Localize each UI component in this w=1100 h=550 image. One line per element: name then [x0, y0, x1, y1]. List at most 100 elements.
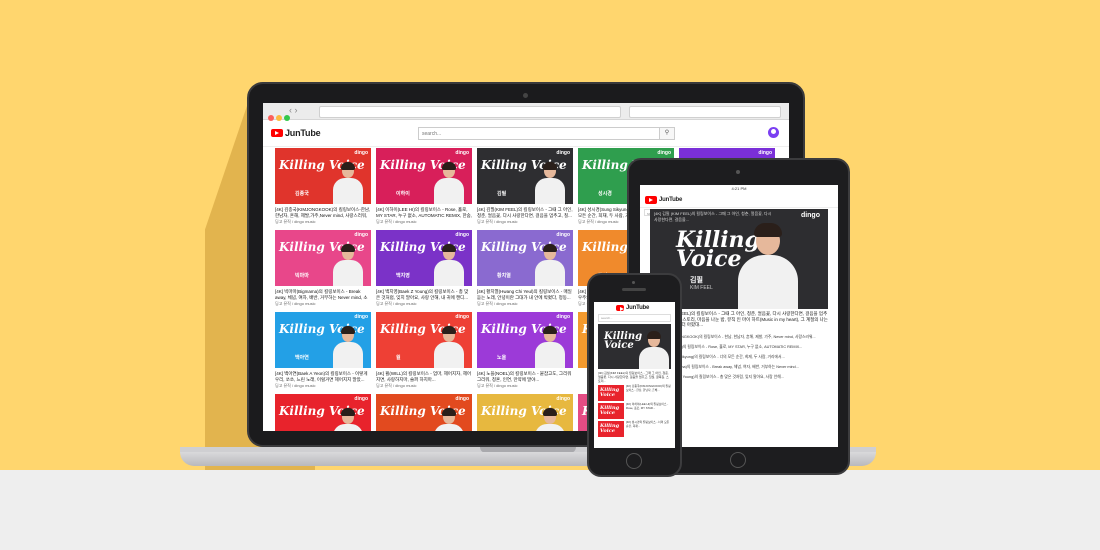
tablet-app-header: JunTube: [640, 193, 838, 208]
dingo-badge: dingo: [556, 314, 570, 320]
video-title[interactable]: [4K] 김필(KIM FEEL)의 킬링보이스 - 그때 그 아인, 청춘, …: [477, 207, 573, 218]
channel-name[interactable]: 딩고 뮤직 / dingo music: [376, 301, 472, 307]
video-thumbnail[interactable]: dingoKilling Voice: [376, 394, 472, 431]
singer-photo: [639, 329, 669, 369]
nav-arrows[interactable]: ‹ ›: [289, 105, 298, 115]
video-card[interactable]: dingo Killing Voice 노을 [4K] 노을(NOEL)의 킬링보이스…: [477, 312, 573, 389]
video-thumbnail[interactable]: dingo Killing Voice 김필: [477, 148, 573, 204]
video-thumbnail[interactable]: Killing Voice: [598, 403, 624, 419]
phone-home-button[interactable]: [626, 453, 642, 469]
app-logo[interactable]: JunTube: [271, 128, 321, 138]
list-item[interactable]: Killing Voice [4K] 성시경의 킬링보이스 - 너의 모든 순간,…: [598, 420, 671, 437]
singer-photo: [333, 242, 363, 286]
video-card[interactable]: dingo Killing Voice 김종국 [4K] 김종국(KIMJONGKOO…: [275, 148, 371, 225]
status-time: 4:21 PM: [731, 186, 747, 191]
browser-search-bar[interactable]: [629, 106, 781, 118]
video-card[interactable]: dingo Killing Voice 백아연 [4K] 백아연(Baek A Yeo…: [275, 312, 371, 389]
video-thumbnail[interactable]: dingo Killing Voice 김종국: [275, 148, 371, 204]
video-card[interactable]: dingoKilling Voice: [376, 394, 472, 431]
list-item[interactable]: Killing Voice [4K] 김종국(KIMJONGKOOK)의 킬링보이…: [598, 384, 671, 401]
phone-search-input[interactable]: search...: [598, 314, 671, 322]
phone-app-logo[interactable]: JunTube: [616, 305, 649, 311]
background-floor: [0, 470, 1100, 550]
video-thumbnail[interactable]: Killing Voice: [598, 385, 624, 401]
singer-photo: [535, 242, 565, 286]
video-title: [4K] 이하이(LEE HI)의 킬링보이스 - Rose, 홀로, MY S…: [626, 402, 669, 410]
phone-related-list: Killing Voice [4K] 김종국(KIMJONGKOOK)의 킬링보이…: [594, 384, 675, 437]
channel-name[interactable]: 딩고 뮤직 / dingo music: [477, 383, 573, 389]
channel-name[interactable]: 딩고 뮤직 / dingo music: [275, 301, 371, 307]
video-title[interactable]: [4K] 백아연(Baek A Yeon)의 킬링보이스 - 이렇게 우리, 쏘…: [275, 371, 371, 382]
search-box: ⚲: [418, 127, 675, 140]
video-card[interactable]: dingo Killing Voice 황치열 [4K] 황치열(Hwang Chi …: [477, 230, 573, 307]
hero-singer-name: 김필: [690, 277, 703, 284]
dingo-badge: dingo: [800, 212, 820, 219]
singer-photo: [434, 406, 464, 431]
search-icon[interactable]: ⚲: [659, 128, 674, 139]
singer-name: 윌: [396, 355, 401, 361]
video-card[interactable]: dingo Killing Voice 김필 [4K] 김필(KIM FEEL)의 킬…: [477, 148, 573, 225]
phone-video-title: [4K] 김필(KIM FEEL)의 킬링보이스 - 그때 그 아인, 청춘, …: [598, 371, 669, 383]
singer-photo: [333, 406, 363, 431]
channel-name[interactable]: 딩고 뮤직 / dingo music: [477, 219, 573, 225]
video-thumbnail[interactable]: dingo Killing Voice 이하이: [376, 148, 472, 204]
video-thumbnail[interactable]: dingo Killing Voice 윌: [376, 312, 472, 368]
app-header: JunTube ⚲: [263, 120, 789, 147]
video-thumbnail[interactable]: dingoKilling Voice: [477, 394, 573, 431]
singer-name: 백지영: [396, 273, 410, 279]
dingo-badge: dingo: [354, 314, 368, 320]
dingo-badge: dingo: [455, 232, 469, 238]
singer-name: 백아연: [295, 355, 309, 361]
channel-name[interactable]: 딩고 뮤직 / dingo music: [376, 219, 472, 225]
channel-name[interactable]: 딩고 뮤직 / dingo music: [477, 301, 573, 307]
search-input[interactable]: [419, 128, 659, 139]
video-title[interactable]: [4K] 황치열(Hwang Chi Yeul)의 킬링보이스 - 매일 듣는 …: [477, 289, 573, 300]
singer-name: 노을: [497, 355, 507, 361]
killing-voice-logo: Killing Voice: [600, 405, 620, 416]
channel-name[interactable]: 딩고 뮤직 / dingo music: [376, 383, 472, 389]
singer-photo: [333, 324, 363, 368]
tablet-camera: [736, 170, 740, 174]
hero-singer-sub: KIM FEEL: [690, 285, 713, 291]
singer-photo: [535, 406, 565, 431]
video-thumbnail[interactable]: dingo Killing Voice 백지영: [376, 230, 472, 286]
video-title: [4K] 김종국(KIMJONGKOOK)의 킬링보이스 - 한남, 한남자, …: [626, 384, 671, 392]
video-title[interactable]: [4K] 빅마마(Bigmama)의 킬링보이스 - Break away, 체…: [275, 289, 371, 300]
address-bar[interactable]: [319, 106, 621, 118]
account-icon[interactable]: [768, 127, 779, 138]
video-title: [4K] 성시경의 킬링보이스 - 너의 모든 순간, 희재...: [626, 420, 670, 428]
singer-name: 김종국: [295, 191, 309, 197]
video-thumbnail[interactable]: dingo Killing Voice 빅마마: [275, 230, 371, 286]
tablet-app-logo[interactable]: JunTube: [645, 196, 682, 204]
video-thumbnail[interactable]: dingoKilling VoiceDM Killing Voice: [275, 394, 371, 431]
channel-name[interactable]: 딩고 뮤직 / dingo music: [275, 383, 371, 389]
video-card[interactable]: dingo Killing Voice 이하이 [4K] 이하이(LEE HI)의 킬…: [376, 148, 472, 225]
video-title[interactable]: [4K] 이하이(LEE HI)의 킬링보이스 - Rose, 홀로, MY S…: [376, 207, 472, 218]
video-card[interactable]: dingo Killing Voice 백지영 [4K] 백지영(Baek Z You…: [376, 230, 472, 307]
video-card[interactable]: dingoKilling VoiceDM Killing Voice: [275, 394, 371, 431]
dingo-badge: dingo: [354, 232, 368, 238]
singer-photo: [434, 242, 464, 286]
video-thumbnail[interactable]: dingo Killing Voice 백아연: [275, 312, 371, 368]
phone-video-player[interactable]: Killing Voice: [598, 324, 671, 369]
video-card[interactable]: dingoKilling Voice: [477, 394, 573, 431]
video-card[interactable]: dingo Killing Voice 빅마마 [4K] 빅마마(Bigmama)의 …: [275, 230, 371, 307]
video-title[interactable]: [4K] 김종국(KIMJONGKOOK)의 킬링보이스-한남, 한남자, 흔해…: [275, 207, 371, 218]
video-thumbnail[interactable]: dingo Killing Voice 황치열: [477, 230, 573, 286]
dingo-badge: dingo: [556, 232, 570, 238]
phone-app-header: JunTube: [594, 302, 675, 314]
killing-voice-logo: Killing Voice: [600, 387, 620, 398]
app-name: JunTube: [285, 128, 321, 138]
video-card[interactable]: dingo Killing Voice 윌 [4K] 윌(WILL)의 킬링보이스 -…: [376, 312, 472, 389]
singer-photo: [333, 160, 363, 204]
singer-photo: [434, 160, 464, 204]
video-thumbnail[interactable]: dingo Killing Voice 노을: [477, 312, 573, 368]
video-title[interactable]: [4K] 윌(WILL)의 킬링보이스 - 엄마, 헤어지자, 헤어지면, 사랑…: [376, 371, 472, 382]
killing-voice-logo: Killing Voice: [600, 423, 620, 434]
channel-name[interactable]: 딩고 뮤직 / dingo music: [275, 219, 371, 225]
video-title[interactable]: [4K] 백지영(Baek Z Young)의 킬링보이스 - 총 맞은 것처럼…: [376, 289, 472, 300]
list-item[interactable]: Killing Voice [4K] 이하이(LEE HI)의 킬링보이스 - R…: [598, 402, 671, 419]
video-title[interactable]: [4K] 노을(NOEL)의 킬링보이스 - 붙잡고도, 그리워 그리워, 청혼…: [477, 371, 573, 382]
tablet-home-button[interactable]: [730, 452, 746, 468]
video-thumbnail[interactable]: Killing Voice: [598, 421, 624, 437]
